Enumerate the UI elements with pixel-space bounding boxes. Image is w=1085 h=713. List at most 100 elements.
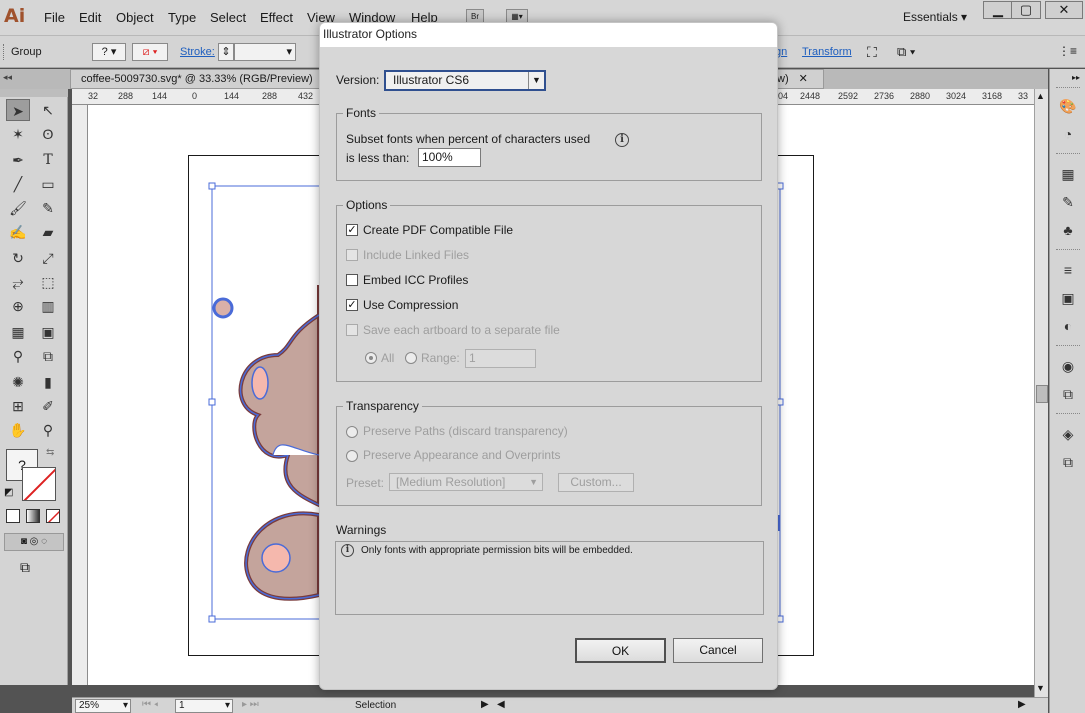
swap-fill-stroke-icon[interactable]: ⇆ (46, 447, 54, 458)
default-fill-stroke-icon[interactable]: ◩ (4, 487, 13, 498)
graph-tool-icon[interactable]: ▮ (36, 371, 60, 393)
status-mode[interactable]: Selection (355, 700, 396, 711)
document-tab-2[interactable]: w) ✕ (774, 69, 824, 89)
none-mode-button[interactable] (46, 509, 60, 523)
gradient-tool-icon[interactable]: ▣ (36, 321, 60, 343)
last-artboard-icon[interactable]: ▸ ⏭ (242, 699, 259, 710)
blob-brush-tool-icon[interactable]: ✍ (6, 221, 30, 243)
dock-separator[interactable] (1056, 249, 1080, 252)
line-tool-icon[interactable]: ╱ (6, 173, 30, 195)
brushes-icon[interactable]: ✎ (1059, 193, 1077, 211)
minimize-button[interactable]: ▁ (983, 1, 1013, 19)
stroke-color-box[interactable] (22, 467, 56, 501)
stroke-weight-dropdown[interactable]: ▾ (234, 43, 296, 61)
workspace-switcher[interactable]: Essentials ▾ (903, 10, 967, 24)
pencil-tool-icon[interactable]: ✎ (36, 197, 60, 219)
scroll-up-icon[interactable]: ▲ (1036, 91, 1045, 101)
zoom-dropdown-icon[interactable]: ▾ (123, 700, 128, 712)
all-label[interactable]: All (381, 351, 394, 365)
color-panel-icon[interactable]: ◔ (1059, 125, 1077, 143)
status-menu-icon[interactable]: ▶ (481, 699, 489, 710)
menu-select[interactable]: Select (210, 10, 246, 25)
control-bar-grip[interactable] (3, 44, 6, 60)
stroke-weight-stepper[interactable]: ⇕ (218, 43, 234, 61)
close-tab-icon[interactable]: ✕ (799, 73, 808, 85)
scale-tool-icon[interactable]: ⤢ (36, 247, 60, 269)
version-select[interactable]: Illustrator CS6 ▼ (384, 70, 546, 91)
cancel-button[interactable]: Cancel (673, 638, 763, 663)
shape-builder-tool-icon[interactable]: ⊕ (6, 295, 30, 317)
menu-effect[interactable]: Effect (260, 10, 293, 25)
free-transform-tool-icon[interactable]: ⬚ (36, 271, 60, 293)
appearance-panel-icon[interactable]: ◉ (1059, 357, 1077, 375)
mesh-tool-icon[interactable]: ▦ (6, 321, 30, 343)
embed-icc-checkbox[interactable] (346, 274, 358, 286)
menu-file[interactable]: File (44, 10, 65, 25)
stroke-swatch[interactable]: ⧄ ▾ (132, 43, 168, 61)
dock-separator[interactable] (1056, 413, 1080, 416)
graphic-styles-icon[interactable]: ⧉ (1059, 385, 1077, 403)
gradient-panel-icon[interactable]: ▣ (1059, 289, 1077, 307)
stroke-panel-link[interactable]: Stroke: (180, 46, 215, 58)
rectangle-tool-icon[interactable]: ▭ (36, 173, 60, 195)
pen-tool-icon[interactable]: ✒ (6, 149, 30, 171)
gradient-mode-button[interactable] (26, 509, 40, 523)
menu-type[interactable]: Type (168, 10, 196, 25)
artboard-dropdown-icon[interactable]: ▾ (225, 700, 230, 712)
maximize-button[interactable]: ▢ (1011, 1, 1041, 19)
use-compression-label[interactable]: Use Compression (363, 298, 458, 312)
vertical-scrollbar[interactable]: ▲ ▼ (1034, 89, 1048, 697)
artboard-tool-icon[interactable]: ⊞ (6, 395, 30, 417)
artboard-number-field[interactable]: 1 ▾ (175, 699, 233, 713)
dock-separator[interactable] (1056, 153, 1080, 156)
symbol-sprayer-tool-icon[interactable]: ✺ (6, 371, 30, 393)
dock-separator[interactable] (1056, 87, 1080, 90)
swatches-icon[interactable]: ▦ (1059, 165, 1077, 183)
screen-mode-icon[interactable]: ⧉ (20, 559, 30, 576)
menu-edit[interactable]: Edit (79, 10, 101, 25)
panel-menu-icon[interactable]: ⋮≡ (1058, 44, 1077, 58)
h-scroll-right-icon[interactable]: ▶ (1018, 699, 1026, 710)
range-label[interactable]: Range: (421, 351, 460, 365)
layers-icon[interactable]: ◈ (1059, 425, 1077, 443)
color-mode-button[interactable] (6, 509, 20, 523)
slice-tool-icon[interactable]: ✐ (36, 395, 60, 417)
dock-separator[interactable] (1056, 345, 1080, 348)
artboards-icon[interactable]: ⧉ (1059, 453, 1077, 471)
range-radio[interactable] (405, 352, 417, 364)
all-radio[interactable] (365, 352, 377, 364)
eraser-tool-icon[interactable]: ▰ (36, 221, 60, 243)
h-scroll-left-icon[interactable]: ◀ (497, 699, 505, 710)
fill-swatch[interactable]: ? ▾ (92, 43, 126, 61)
scroll-thumb[interactable] (1036, 385, 1048, 403)
selection-tool-icon[interactable]: ➤ (6, 99, 30, 121)
lasso-tool-icon[interactable]: ʘ (36, 123, 60, 145)
paintbrush-tool-icon[interactable]: 🖌 (6, 197, 30, 219)
blend-tool-icon[interactable]: ⧉ (36, 345, 60, 367)
transparency-panel-icon[interactable]: ◐ (1059, 317, 1077, 335)
create-pdf-checkbox[interactable]: ✓ (346, 224, 358, 236)
preserve-paths-label[interactable]: Preserve Paths (discard transparency) (363, 424, 568, 438)
expand-panels-icon[interactable]: ▸▸ (1072, 73, 1080, 82)
preserve-appearance-label[interactable]: Preserve Appearance and Overprints (363, 448, 560, 462)
use-compression-checkbox[interactable]: ✓ (346, 299, 358, 311)
arrange-icon[interactable]: ⧉ ▾ (897, 44, 915, 60)
collapse-toolbox-icon[interactable]: ◂◂ (3, 72, 12, 83)
save-each-artboard-checkbox[interactable] (346, 324, 358, 336)
preset-select[interactable]: [Medium Resolution] ▼ (389, 473, 543, 491)
document-tab[interactable]: coffee-5009730.svg* @ 33.33% (RGB/Previe… (70, 69, 320, 89)
ok-button[interactable]: OK (575, 638, 666, 663)
first-artboard-icon[interactable]: ⏮ ◂ (142, 699, 158, 710)
eyedropper-tool-icon[interactable]: ⚲ (6, 345, 30, 367)
transform-link[interactable]: Transform (802, 46, 852, 58)
zoom-tool-icon[interactable]: ⚲ (36, 419, 60, 441)
preserve-appearance-radio[interactable] (346, 450, 358, 462)
embed-icc-label[interactable]: Embed ICC Profiles (363, 273, 468, 287)
create-pdf-label[interactable]: Create PDF Compatible File (363, 223, 513, 237)
stroke-panel-icon[interactable]: ≡ (1059, 261, 1077, 279)
magic-wand-tool-icon[interactable]: ✶ (6, 123, 30, 145)
close-window-button[interactable]: ✕ (1045, 1, 1083, 19)
color-guide-icon[interactable]: 🎨 (1059, 97, 1077, 115)
drawing-modes-icon[interactable]: ◙ ◎ ◌ (4, 533, 64, 551)
subset-percent-input[interactable]: 100% (418, 148, 481, 167)
